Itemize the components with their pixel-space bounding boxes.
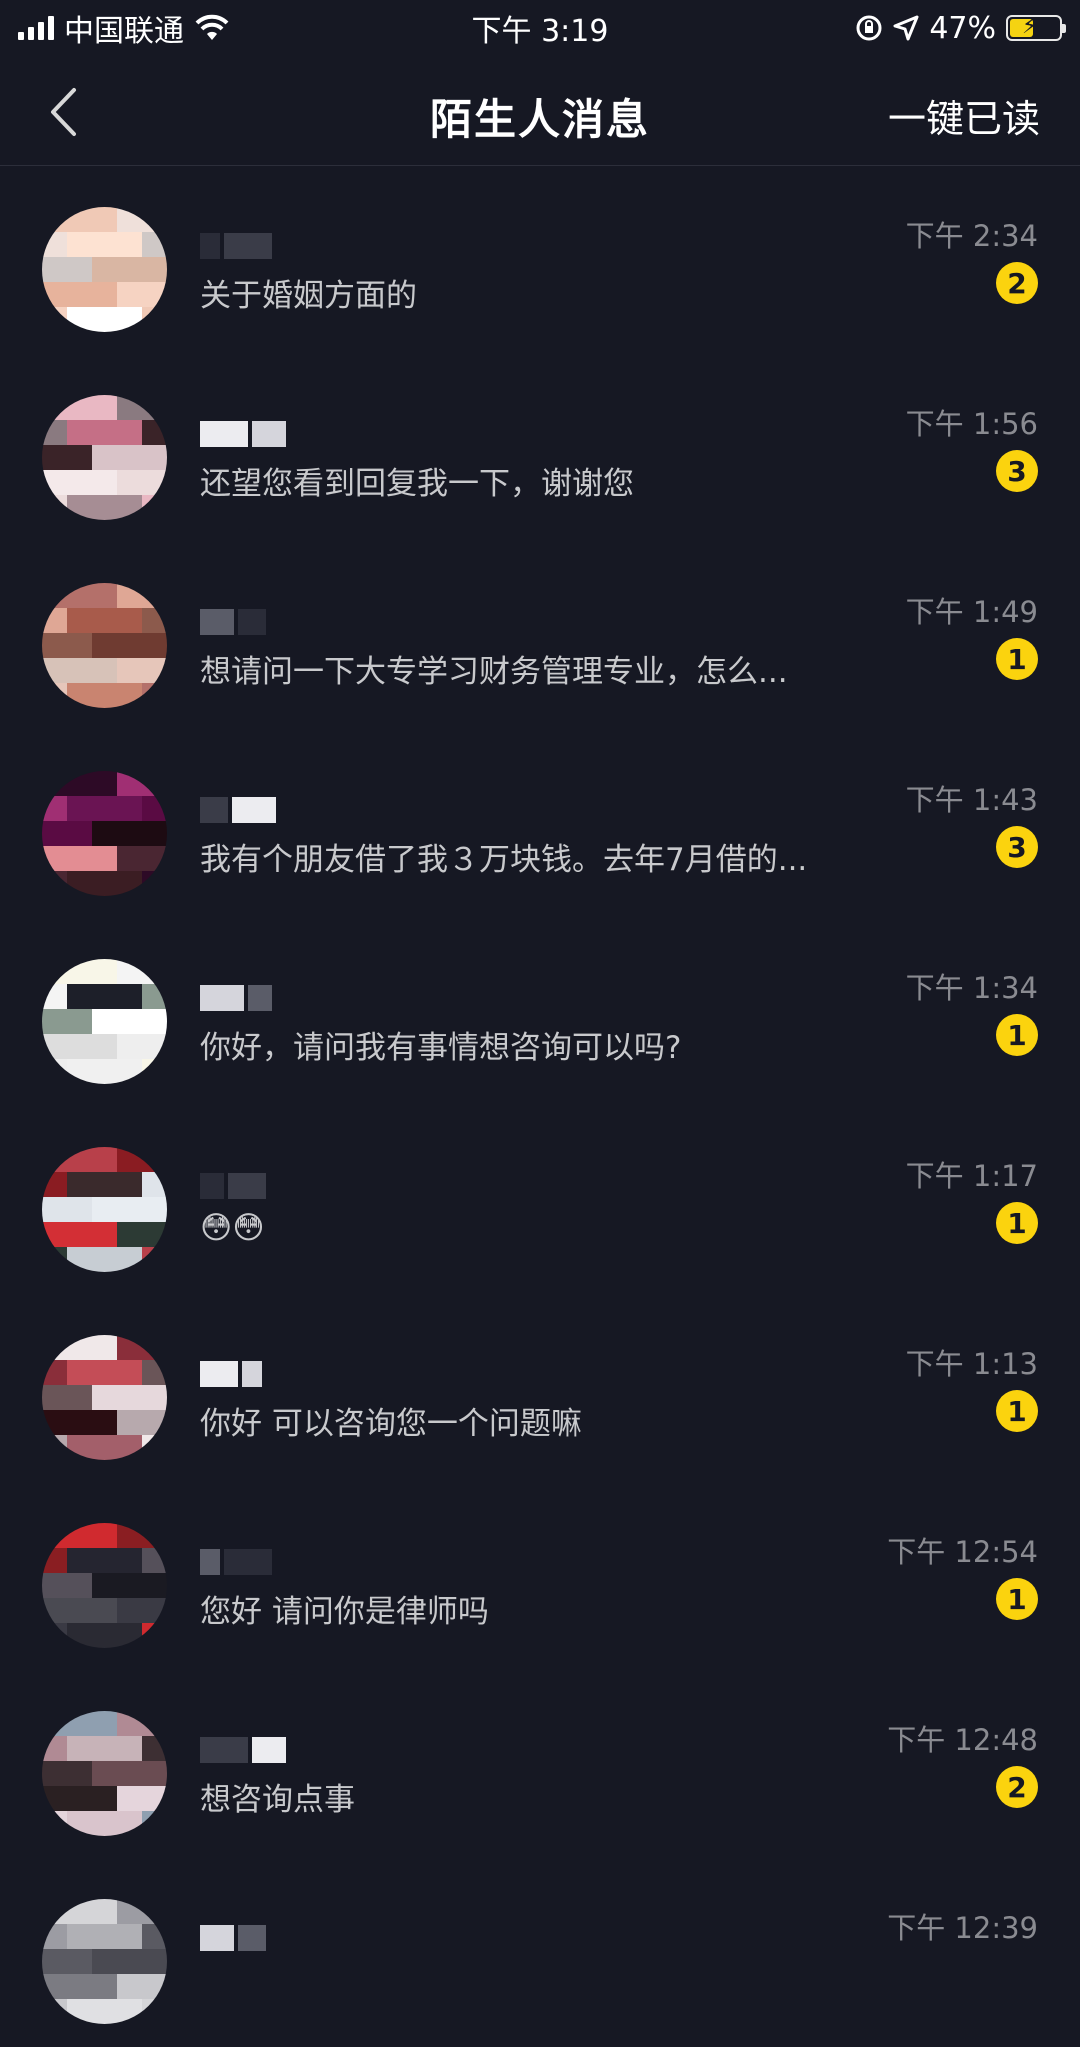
conversation-row[interactable]: 😳😳 下午 1:17 1	[0, 1107, 1080, 1295]
message-preview: 😳😳	[200, 1210, 265, 1246]
avatar[interactable]	[42, 1523, 167, 1648]
unread-count-badge: 2	[996, 1766, 1038, 1808]
unread-count-badge: 1	[996, 1390, 1038, 1432]
sender-name-redacted	[200, 609, 266, 635]
conversation-row[interactable]: 想咨询点事 下午 12:48 2	[0, 1671, 1080, 1859]
sender-name-redacted	[200, 1173, 266, 1199]
conversation-list: 关于婚姻方面的 下午 2:34 2 还望您看到回复我一下，谢谢您 下午 1:56 3 想请问…	[0, 167, 1080, 2047]
avatar[interactable]	[42, 395, 167, 520]
message-time: 下午 1:49	[905, 595, 1038, 629]
status-left: 中国联通	[18, 6, 230, 50]
message-time: 下午 2:34	[905, 219, 1038, 253]
message-preview: 关于婚姻方面的	[200, 278, 417, 314]
sender-name-redacted	[200, 985, 272, 1011]
status-bar: 中国联通 下午 3:19 47% ⚡	[0, 0, 1080, 56]
unread-count-badge: 1	[996, 1578, 1038, 1620]
signal-icon	[18, 16, 54, 40]
conversation-row[interactable]: 我有个朋友借了我３万块钱。去年7月借的... 下午 1:43 3	[0, 731, 1080, 919]
clock: 下午 3:19	[471, 14, 609, 49]
conversation-row[interactable]: 你好 可以咨询您一个问题嘛 下午 1:13 1	[0, 1295, 1080, 1483]
wifi-icon	[195, 14, 229, 40]
sender-name-redacted	[200, 1549, 272, 1575]
message-time: 下午 12:54	[887, 1535, 1038, 1569]
message-preview: 您好 请问你是律师吗	[200, 1594, 489, 1630]
sender-name-redacted	[200, 421, 286, 447]
conversation-row[interactable]: 关于婚姻方面的 下午 2:34 2	[0, 167, 1080, 355]
message-preview: 你好 可以咨询您一个问题嘛	[200, 1406, 582, 1442]
rotation-lock-icon	[856, 15, 882, 41]
nav-header: 陌生人消息 一键已读	[0, 56, 1080, 166]
conversation-row[interactable]: 您好 请问你是律师吗 下午 12:54 1	[0, 1483, 1080, 1671]
avatar[interactable]	[42, 1147, 167, 1272]
message-time: 下午 1:34	[905, 971, 1038, 1005]
sender-name-redacted	[200, 233, 272, 259]
unread-count-badge: 2	[996, 262, 1038, 304]
sender-name-redacted	[200, 1925, 266, 1951]
battery-icon: ⚡	[1006, 14, 1066, 41]
unread-count-badge: 3	[996, 826, 1038, 868]
sender-name-redacted	[200, 1361, 262, 1387]
message-time: 下午 1:43	[905, 783, 1038, 817]
conversation-row[interactable]: 想请问一下大专学习财务管理专业，怎么... 下午 1:49 1	[0, 543, 1080, 731]
message-time: 下午 1:17	[905, 1159, 1038, 1193]
avatar[interactable]	[42, 1899, 167, 2024]
avatar[interactable]	[42, 771, 167, 896]
message-preview: 想咨询点事	[200, 1782, 355, 1818]
message-time: 下午 12:39	[887, 1911, 1038, 1945]
avatar[interactable]	[42, 1711, 167, 1836]
location-icon	[893, 15, 919, 41]
unread-count-badge: 1	[996, 1202, 1038, 1244]
message-time: 下午 12:48	[887, 1723, 1038, 1757]
avatar[interactable]	[42, 959, 167, 1084]
sender-name-redacted	[200, 797, 276, 823]
mark-all-read-button[interactable]: 一键已读	[888, 88, 1040, 143]
status-right: 47% ⚡	[855, 10, 1066, 46]
message-preview: 想请问一下大专学习财务管理专业，怎么...	[200, 654, 788, 690]
unread-count-badge: 3	[996, 450, 1038, 492]
sender-name-redacted	[200, 1737, 286, 1763]
message-preview: 我有个朋友借了我３万块钱。去年7月借的...	[200, 842, 808, 878]
message-preview: 还望您看到回复我一下，谢谢您	[200, 466, 634, 502]
carrier-name: 中国联通	[64, 14, 184, 49]
avatar[interactable]	[42, 583, 167, 708]
conversation-row[interactable]: 还望您看到回复我一下，谢谢您 下午 1:56 3	[0, 355, 1080, 543]
battery-percent: 47%	[929, 10, 996, 46]
avatar[interactable]	[42, 1335, 167, 1460]
message-time: 下午 1:56	[905, 407, 1038, 441]
message-preview: 你好，请问我有事情想咨询可以吗?	[200, 1030, 682, 1066]
conversation-row[interactable]: 你好，请问我有事情想咨询可以吗? 下午 1:34 1	[0, 919, 1080, 1107]
charging-bolt-icon: ⚡	[1022, 14, 1038, 39]
unread-count-badge: 1	[996, 638, 1038, 680]
message-time: 下午 1:13	[905, 1347, 1038, 1381]
unread-count-badge: 1	[996, 1014, 1038, 1056]
avatar[interactable]	[42, 207, 167, 332]
conversation-row[interactable]: 下午 12:39	[0, 1859, 1080, 2047]
